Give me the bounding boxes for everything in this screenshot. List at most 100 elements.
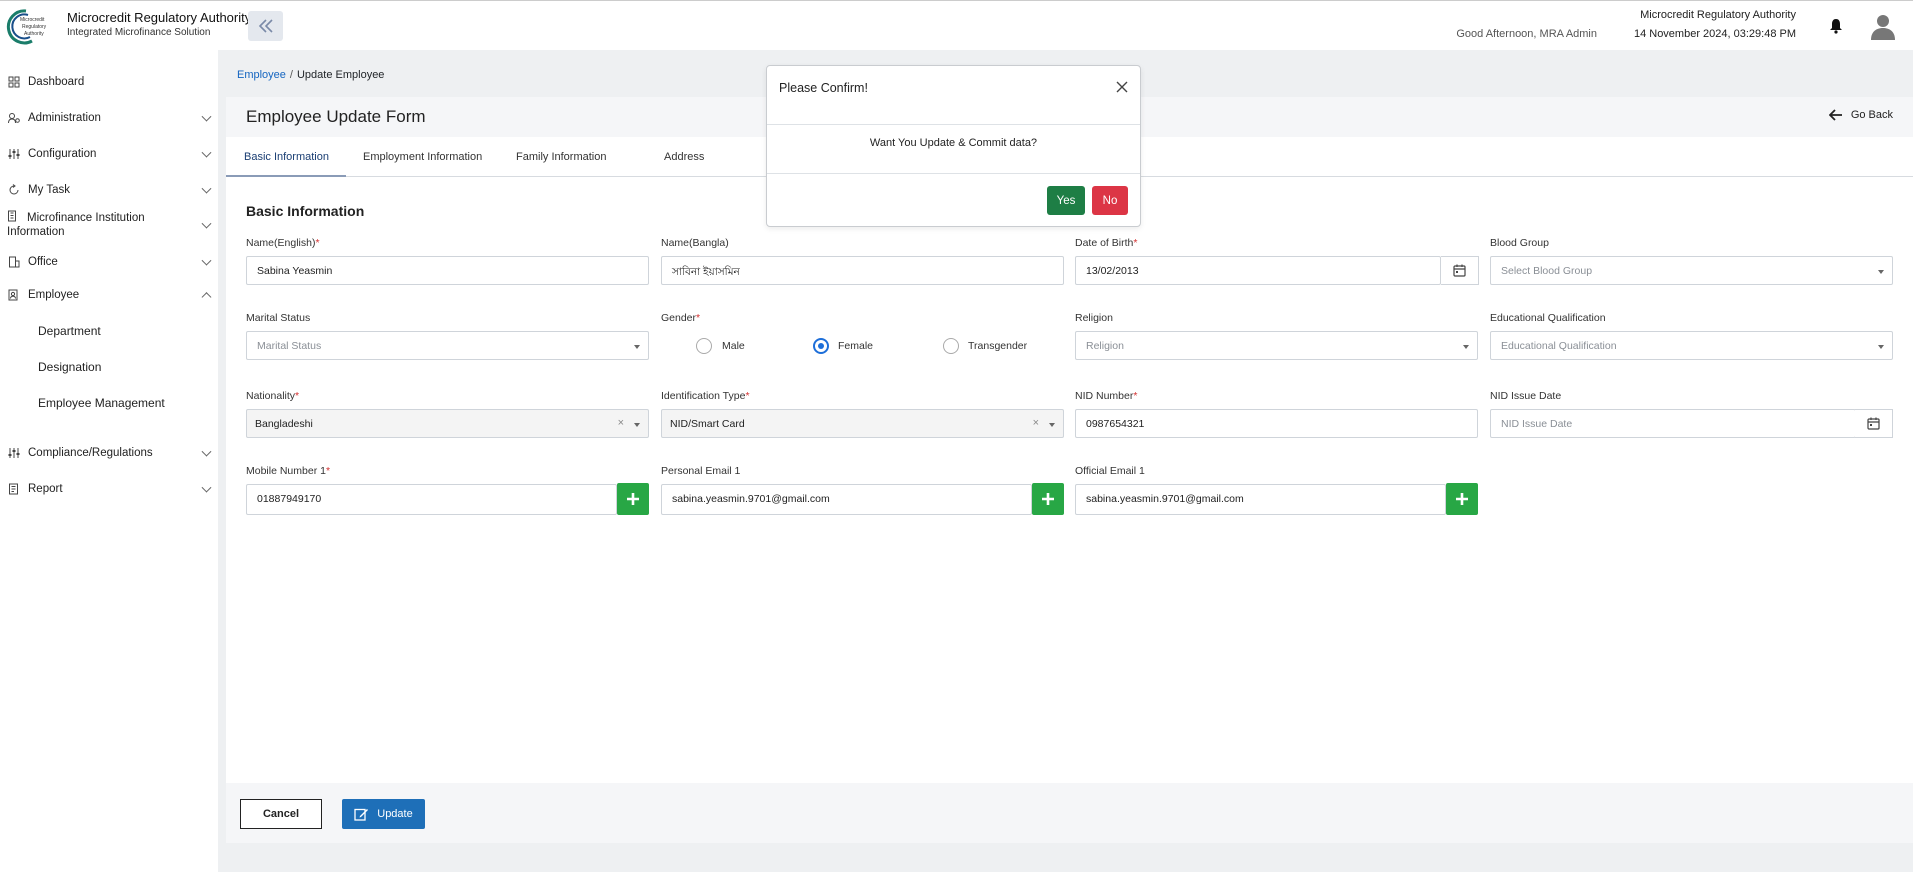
tab-basic-information[interactable]: Basic Information <box>244 151 329 163</box>
caret-down-icon <box>634 345 640 349</box>
gender-female-label: Female <box>838 340 874 352</box>
go-back-label: Go Back <box>1850 109 1893 121</box>
name-bangla-input[interactable]: সাবিনা ইয়াসমিন <box>661 256 1064 285</box>
sidebar-item-label: Microfinance Institution <box>27 212 145 224</box>
sidebar-item-mfi-information[interactable]: Microfinance Institution Information <box>7 210 212 240</box>
sidebar-item-label: Office <box>28 256 58 268</box>
sidebar-item-compliance[interactable]: Compliance/Regulations <box>8 445 212 461</box>
chevron-up-icon <box>201 292 212 303</box>
sidebar-item-label: Report <box>28 483 63 495</box>
caret-down-icon <box>1049 423 1055 427</box>
religion-select[interactable]: Religion <box>1075 331 1478 360</box>
nid-number-input[interactable]: 0987654321 <box>1075 409 1478 438</box>
sidebar-item-label: Configuration <box>28 148 97 160</box>
calendar-icon <box>1867 417 1880 430</box>
bell-icon[interactable] <box>1829 18 1843 34</box>
office-icon <box>9 256 20 268</box>
caret-down-icon <box>1878 270 1884 274</box>
go-back-button[interactable]: Go Back <box>1828 109 1893 121</box>
sidebar-subitem-designation[interactable]: Designation <box>38 360 101 374</box>
sidebar-item-label: Compliance/Regulations <box>28 447 153 459</box>
sidebar-item-my-task[interactable]: My Task <box>8 182 212 198</box>
nid-issue-date-calendar-button[interactable] <box>1855 409 1893 438</box>
svg-text:Microcredit: Microcredit <box>20 17 45 23</box>
breadcrumb: Employee / Update Employee <box>237 69 384 81</box>
dialog-title: Please Confirm! <box>779 81 868 95</box>
personal-email1-input[interactable]: sabina.yeasmin.9701@gmail.com <box>661 484 1032 515</box>
education-label: Educational Qualification <box>1490 312 1606 324</box>
sidebar: Dashboard Administration Configuration M… <box>0 50 218 872</box>
chevron-down-icon <box>201 255 212 266</box>
sidebar-subitem-employee-management[interactable]: Employee Management <box>38 396 165 410</box>
user-avatar-icon[interactable] <box>1869 12 1897 40</box>
plus-icon <box>627 493 639 505</box>
chevron-down-icon <box>201 482 212 493</box>
gender-transgender-radio[interactable] <box>943 338 959 354</box>
education-select[interactable]: Educational Qualification <box>1490 331 1893 360</box>
chevron-down-icon <box>201 446 212 457</box>
caret-down-icon <box>634 423 640 427</box>
sidebar-item-administration[interactable]: Administration <box>8 110 212 126</box>
id-type-value: NID/Smart Card <box>670 418 745 430</box>
clear-icon[interactable]: × <box>1033 417 1039 429</box>
yes-button[interactable]: Yes <box>1047 186 1085 215</box>
tab-family-information[interactable]: Family Information <box>516 151 606 163</box>
name-english-input[interactable]: Sabina Yeasmin <box>246 256 649 285</box>
sidebar-item-employee[interactable]: Employee <box>8 287 212 303</box>
close-icon[interactable] <box>1114 79 1130 95</box>
mobile1-input[interactable]: 01887949170 <box>246 484 617 515</box>
blood-group-select[interactable]: Select Blood Group <box>1490 256 1893 285</box>
add-official-email-button[interactable] <box>1446 483 1478 515</box>
current-datetime: 14 November 2024, 03:29:48 PM <box>1633 28 1796 40</box>
nid-issue-date-label: NID Issue Date <box>1490 390 1562 402</box>
sidebar-item-office[interactable]: Office <box>8 254 212 270</box>
sidebar-item-label: Employee <box>28 289 80 301</box>
cancel-button[interactable]: Cancel <box>240 799 322 829</box>
form-footer: Cancel Update <box>226 783 1913 843</box>
caret-down-icon <box>1878 345 1884 349</box>
breadcrumb-current: Update Employee <box>296 69 385 81</box>
clear-icon[interactable]: × <box>618 417 624 429</box>
add-mobile-button[interactable] <box>617 483 649 515</box>
sidebar-collapse-button[interactable] <box>248 11 283 41</box>
sidebar-item-report[interactable]: Report <box>8 481 212 497</box>
dialog-message: Want You Update & Commit data? <box>869 137 1038 149</box>
chevron-down-icon <box>201 147 212 158</box>
breadcrumb-separator: / <box>289 69 293 81</box>
dialog-divider <box>767 173 1140 174</box>
tab-employment-information[interactable]: Employment Information <box>363 151 482 163</box>
sidebar-item-dashboard[interactable]: Dashboard <box>8 74 210 90</box>
nationality-value: Bangladeshi <box>255 418 313 430</box>
no-button[interactable]: No <box>1092 186 1128 215</box>
gender-female-radio[interactable] <box>813 338 829 354</box>
breadcrumb-employee-link[interactable]: Employee <box>237 69 286 81</box>
official-email1-input[interactable]: sabina.yeasmin.9701@gmail.com <box>1075 484 1446 515</box>
users-cog-icon <box>8 113 20 124</box>
id-type-select[interactable]: NID/Smart Card × <box>661 409 1064 438</box>
calendar-icon <box>1453 264 1466 277</box>
tab-address[interactable]: Address <box>664 151 704 163</box>
add-personal-email-button[interactable] <box>1032 483 1064 515</box>
task-cycle-icon <box>9 184 19 195</box>
confirm-dialog: Please Confirm! Want You Update & Commit… <box>766 65 1141 227</box>
marital-status-select[interactable]: Marital Status <box>246 331 649 360</box>
sliders-icon <box>8 448 20 458</box>
sidebar-subitem-department[interactable]: Department <box>38 324 101 338</box>
chevron-down-icon <box>201 111 212 122</box>
svg-text:Authority: Authority <box>24 31 44 37</box>
id-type-label: Identification Type* <box>661 390 750 402</box>
sidebar-item-label: My Task <box>28 184 70 196</box>
nid-issue-date-input[interactable]: NID Issue Date <box>1490 409 1856 438</box>
mobile1-label: Mobile Number 1* <box>246 465 331 477</box>
mra-logo: Microcredit Regulatory Authority <box>6 9 47 45</box>
dob-calendar-button[interactable] <box>1441 256 1479 285</box>
sidebar-item-configuration[interactable]: Configuration <box>8 146 212 162</box>
building-icon <box>8 210 16 222</box>
top-header: Microcredit Regulatory Authority Microcr… <box>0 0 1913 50</box>
gender-male-radio[interactable] <box>696 338 712 354</box>
dob-input[interactable]: 13/02/2013 <box>1075 256 1441 285</box>
nationality-select[interactable]: Bangladeshi × <box>246 409 649 438</box>
grid-icon <box>8 76 20 88</box>
brand-subtitle: Integrated Microfinance Solution <box>67 27 211 38</box>
update-button[interactable]: Update <box>342 799 425 829</box>
